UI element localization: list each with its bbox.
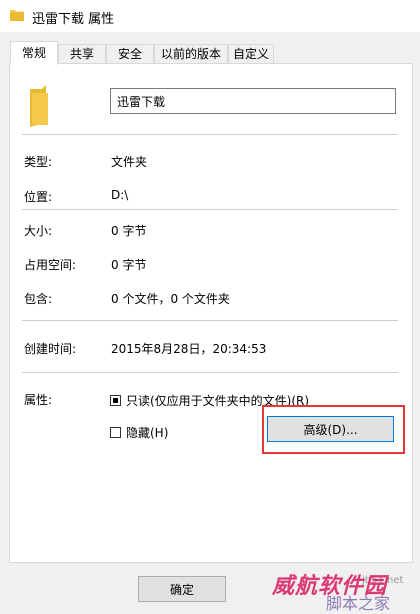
size-on-disk-value: 0 字节 bbox=[111, 258, 147, 272]
contains-value: 0 个文件，0 个文件夹 bbox=[111, 292, 230, 306]
type-value: 文件夹 bbox=[111, 155, 148, 169]
folder-icon bbox=[10, 10, 24, 21]
hidden-checkbox-row[interactable]: 隐藏(H) bbox=[110, 424, 168, 441]
tab-bar: 常规 共享 安全 以前的版本 自定义 bbox=[0, 32, 420, 65]
location-label: 位置: bbox=[24, 190, 53, 204]
location-value: D:\ bbox=[111, 188, 129, 202]
size-on-disk-label: 占用空间: bbox=[24, 258, 77, 272]
created-label: 创建时间: bbox=[24, 342, 77, 356]
title-bar: 迅雷下载 属性 bbox=[0, 0, 420, 32]
hidden-label: 隐藏(H) bbox=[126, 426, 169, 440]
separator bbox=[22, 372, 398, 373]
separator bbox=[22, 134, 398, 135]
separator bbox=[22, 209, 398, 210]
attributes-label: 属性: bbox=[24, 393, 53, 407]
window-title: 迅雷下载 属性 bbox=[32, 12, 115, 27]
size-label: 大小: bbox=[24, 224, 53, 238]
advanced-button[interactable]: 高级(D)... bbox=[267, 416, 394, 442]
tab-previous-versions[interactable]: 以前的版本 bbox=[154, 44, 228, 63]
hidden-checkbox[interactable] bbox=[110, 427, 121, 438]
folder-name-input[interactable] bbox=[110, 88, 396, 114]
ok-button[interactable]: 确定 bbox=[138, 576, 226, 602]
readonly-checkbox[interactable] bbox=[110, 395, 121, 406]
folder-icon bbox=[30, 85, 48, 127]
tab-security[interactable]: 安全 bbox=[106, 44, 154, 63]
tab-general[interactable]: 常规 bbox=[10, 41, 58, 65]
contains-label: 包含: bbox=[24, 292, 53, 306]
created-value: 2015年8月28日，20:34:53 bbox=[111, 342, 267, 356]
tab-customize[interactable]: 自定义 bbox=[228, 44, 274, 63]
separator bbox=[22, 320, 398, 321]
general-panel bbox=[9, 63, 413, 563]
type-label: 类型: bbox=[24, 155, 53, 169]
size-value: 0 字节 bbox=[111, 224, 147, 238]
tab-sharing[interactable]: 共享 bbox=[58, 44, 106, 63]
watermark-sub: 脚本之家 bbox=[326, 594, 391, 613]
